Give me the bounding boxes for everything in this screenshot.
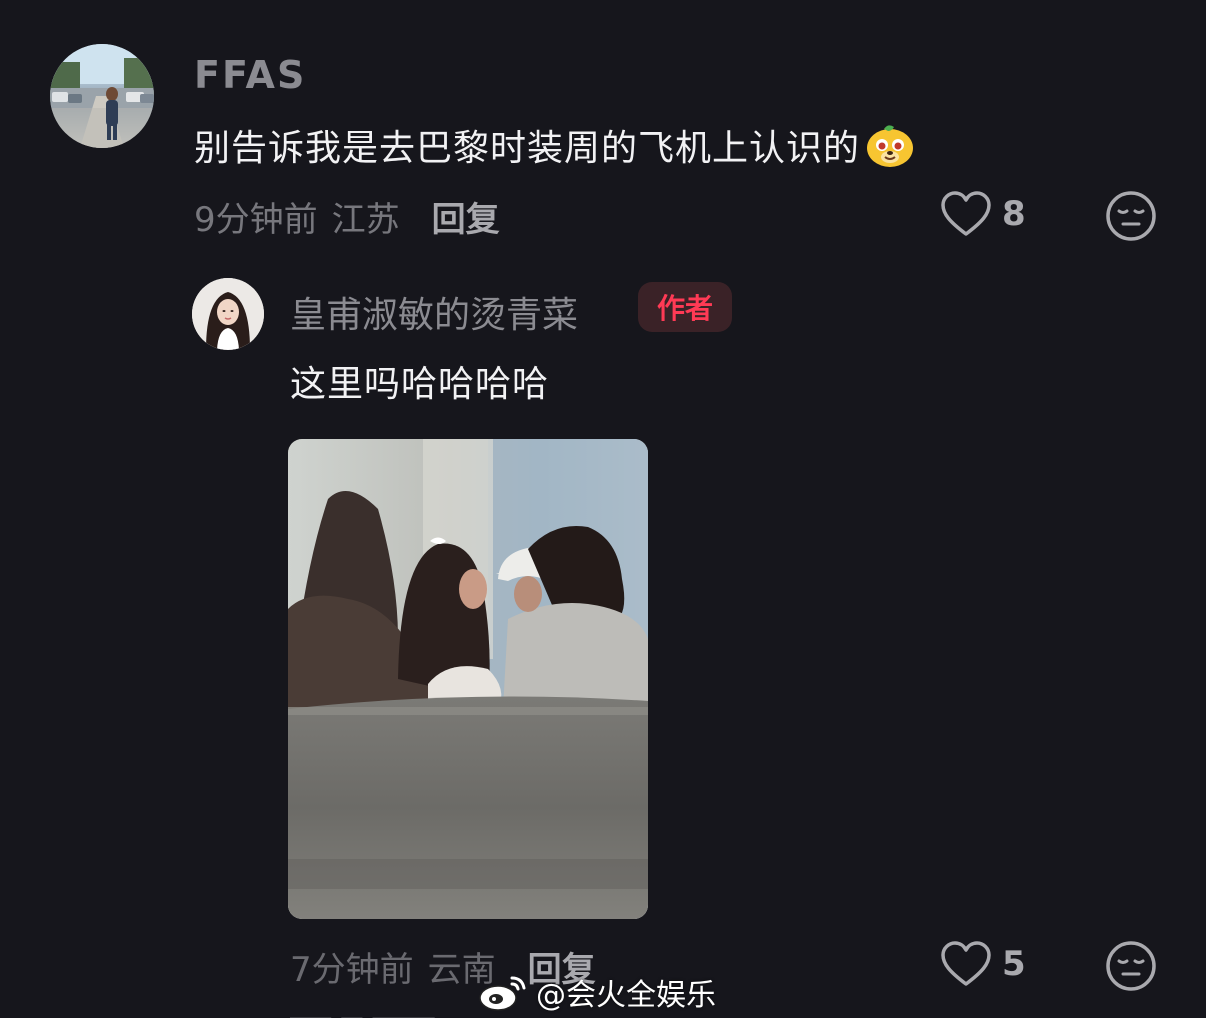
reply-text: 这里吗哈哈哈哈 [290, 364, 550, 405]
comment-region: 江苏 [331, 200, 400, 240]
comment-text: 别告诉我是去巴黎时装周的飞机上认识的 [194, 119, 916, 171]
reply-avatar[interactable] [192, 278, 264, 350]
commenter-username[interactable]: FFAS [194, 53, 306, 97]
commenter-avatar[interactable] [50, 44, 154, 148]
like-count: 8 [1002, 194, 1026, 234]
reply-image[interactable] [288, 439, 648, 919]
partial-row-fragment: ━━ ━ ━━━ [290, 1004, 434, 1018]
like-button[interactable]: 8 [940, 190, 1026, 238]
reply-button[interactable]: 回复 [432, 192, 500, 241]
weibo-logo-icon [479, 976, 526, 1011]
comment-meta: 9分钟前 江苏 回复 [194, 192, 500, 241]
heart-icon [941, 941, 991, 986]
avatar-portrait [192, 278, 264, 350]
reply-time: 7分钟前 [290, 950, 414, 990]
airplane-cabin-photo [288, 439, 648, 919]
meh-face-icon [1106, 941, 1156, 991]
reply-like-count: 5 [1002, 944, 1026, 984]
reply-username[interactable]: 皇甫淑敏的烫青菜 [290, 286, 578, 338]
weibo-watermark: @会火全娱乐 [478, 970, 716, 1014]
watermark-text: @会火全娱乐 [536, 978, 716, 1013]
author-badge: 作者 [638, 282, 732, 332]
meh-face-icon [1106, 191, 1156, 241]
heart-icon [941, 191, 991, 236]
reply-dislike-button[interactable] [1104, 939, 1158, 993]
doge-face-icon [867, 125, 914, 167]
avatar-street-photo [50, 44, 154, 148]
dislike-button[interactable] [1104, 189, 1158, 243]
comment-time: 9分钟前 [194, 200, 318, 240]
comment-body: 别告诉我是去巴黎时装周的飞机上认识的 [194, 128, 861, 169]
reply-like-button[interactable]: 5 [940, 940, 1026, 988]
